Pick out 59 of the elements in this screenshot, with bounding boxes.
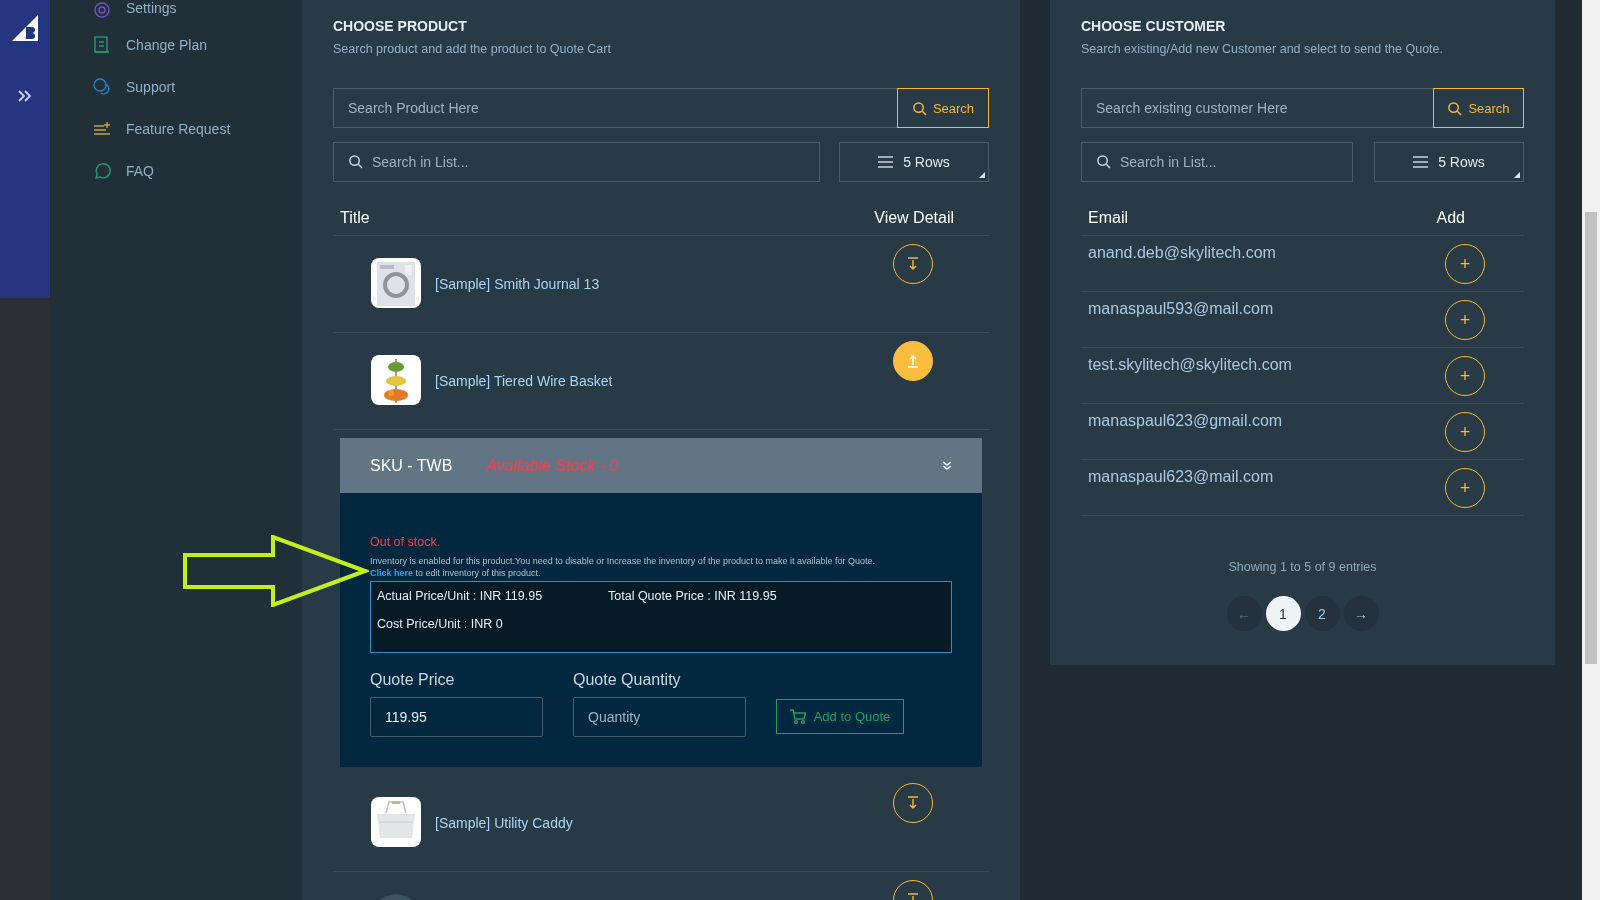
expand-icon[interactable] — [18, 90, 32, 102]
product-title[interactable]: [Sample] Utility Caddy — [435, 815, 573, 832]
price-text: Actual Price/Unit : INR 119.95 — [377, 589, 544, 604]
search-field[interactable]: Search existing customer Here — [1081, 88, 1433, 128]
next-page-button[interactable]: → — [1343, 596, 1379, 631]
page-button[interactable]: 2 — [1304, 596, 1340, 631]
out-of-stock-label: Out of stock. — [370, 535, 442, 549]
upload-icon — [906, 354, 920, 368]
sidebar-item[interactable]: Feature Request — [50, 108, 302, 150]
stock-label: Available Stock - 0 — [486, 456, 619, 475]
section-subtitle: Search product and add the product to Quote Cart — [333, 42, 612, 56]
sidebar-item[interactable]: FAQ — [50, 150, 302, 192]
view-detail-button[interactable] — [893, 341, 933, 381]
page-button[interactable]: 1 — [1265, 596, 1301, 631]
sidebar-item[interactable]: Settings — [50, 0, 302, 24]
sidebar-item[interactable]: Support — [50, 66, 302, 108]
customer-email: test.skylitech@skylitech.com — [1088, 356, 1292, 375]
download-icon — [906, 796, 920, 811]
list-search-field[interactable]: Search in List... — [1081, 142, 1353, 182]
price-text: Total Quote Price : INR 119.95 — [608, 589, 777, 604]
download-icon — [906, 257, 920, 271]
column-header: Email — [1088, 209, 1128, 227]
search-icon — [1447, 100, 1463, 116]
quote-price-field[interactable]: 119.95 — [370, 697, 543, 738]
logo-icon — [11, 14, 39, 42]
product-title[interactable]: [Sample] Smith Journal 13 — [435, 276, 600, 292]
quantity-field[interactable]: Quantity — [573, 697, 746, 738]
sidebar-item[interactable]: Change Plan — [50, 24, 302, 66]
search-field[interactable]: Search Product Here — [333, 88, 897, 128]
section-title: CHOOSE CUSTOMER — [1081, 18, 1227, 34]
customer-email: manaspaul593@mail.com — [1088, 300, 1274, 319]
search-button[interactable]: Search — [1433, 88, 1524, 128]
section-title: CHOOSE PRODUCT — [333, 18, 468, 34]
edit-inventory-link[interactable]: Click here — [370, 568, 414, 579]
entries-info: Showing 1 to 5 of 9 entries — [1227, 560, 1378, 574]
field-label: Quote Price — [370, 671, 456, 690]
search-icon — [348, 154, 363, 169]
collapse-icon[interactable] — [942, 460, 952, 471]
search-button[interactable]: Search — [897, 88, 989, 128]
product-title[interactable]: [Sample] Tiered Wire Basket — [435, 373, 613, 389]
sku-label: SKU - TWB — [370, 456, 453, 475]
column-header: Title — [340, 209, 370, 227]
cart-icon — [789, 709, 806, 725]
rows-dropdown[interactable]: 5 Rows — [839, 142, 989, 182]
list-search-field[interactable]: Search in List... — [333, 142, 820, 182]
column-header: View Detail — [874, 209, 954, 227]
inventory-note: Inventory is enabled for this product.You need to disable or Increase the inventory of the product to make it available for Quote. Click here to edit inventory of this product. — [370, 555, 876, 580]
search-icon — [911, 100, 927, 116]
search-icon — [1096, 154, 1111, 169]
rows-dropdown[interactable]: 5 Rows — [1374, 142, 1524, 182]
add-to-quote-button[interactable]: Add to Quote — [776, 699, 904, 735]
section-subtitle: Search existing/Add new Customer and select to send the Quote. — [1081, 42, 1444, 56]
customer-email: manaspaul623@gmail.com — [1088, 412, 1283, 431]
column-header: Add — [1436, 209, 1465, 227]
scrollbar[interactable] — [1582, 0, 1600, 900]
customer-email: manaspaul623@mail.com — [1088, 468, 1274, 487]
field-label: Quote Quantity — [573, 671, 682, 690]
price-text: Cost Price/Unit : INR 0 — [377, 617, 504, 632]
customer-email: anand.deb@skylitech.com — [1088, 244, 1276, 263]
